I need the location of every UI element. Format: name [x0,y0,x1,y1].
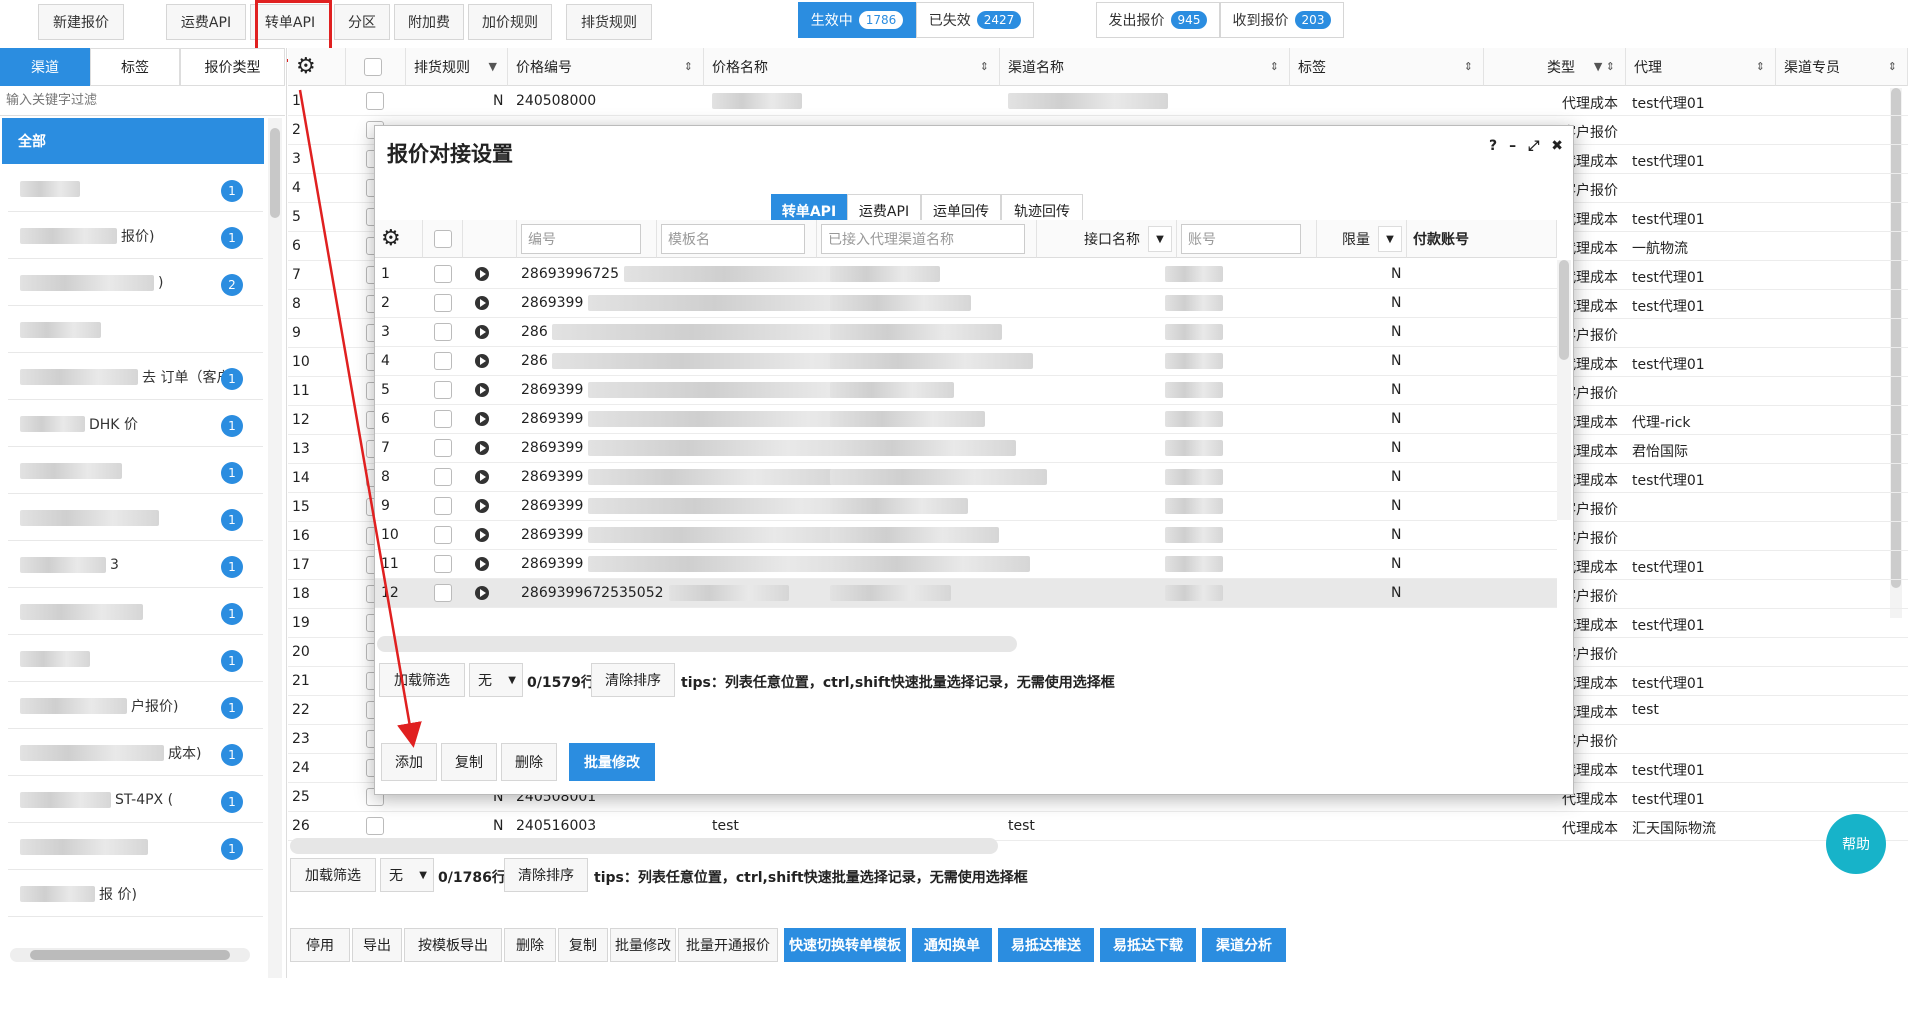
annotation-arrow [298,89,422,748]
